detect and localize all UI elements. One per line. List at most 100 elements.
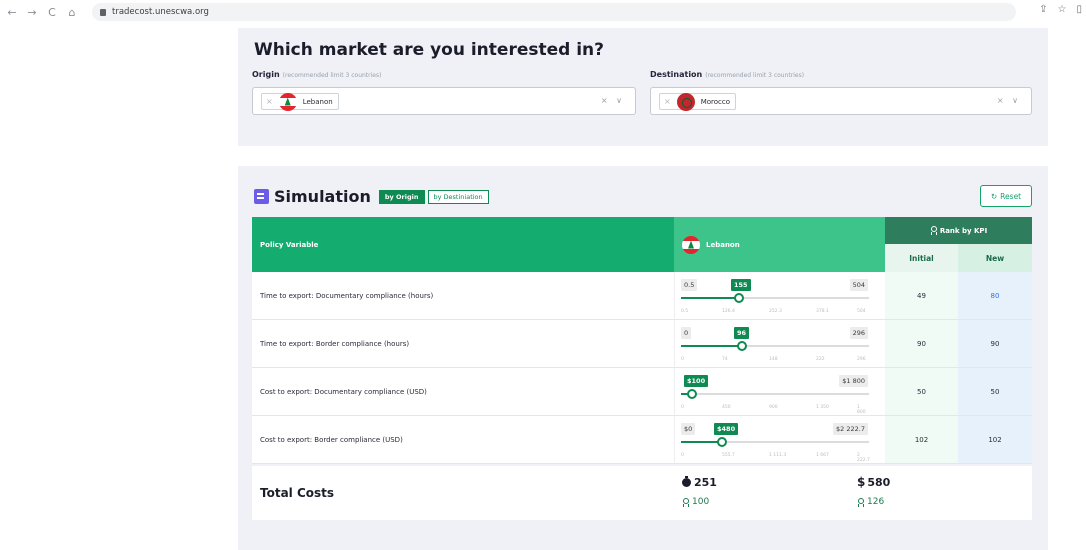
total-time-rank: 100: [682, 497, 709, 507]
clear-dropdown-icons[interactable]: × ∨: [601, 96, 625, 105]
table-row: Cost to export: Documentary compliance (…: [252, 368, 1032, 416]
total-time-rank-value: 100: [692, 497, 710, 507]
slider-current-value: 96: [734, 327, 750, 339]
tick-label: 1 350: [816, 405, 829, 410]
slider-handle[interactable]: [687, 389, 697, 399]
tick-label: 0: [681, 405, 684, 410]
header-rank-by-kpi: Rank by KPI: [885, 217, 1032, 244]
award-icon: [857, 497, 865, 507]
forward-icon[interactable]: →: [24, 4, 40, 20]
slider-track[interactable]: [681, 389, 869, 399]
rank-new: 102: [958, 416, 1032, 464]
home-icon[interactable]: ⌂: [64, 4, 80, 20]
lock-icon: [100, 8, 106, 16]
slider-handle[interactable]: [717, 437, 727, 447]
stopwatch-icon: [682, 476, 691, 487]
rank-initial: 90: [885, 320, 958, 368]
slider-handle[interactable]: [737, 341, 747, 351]
total-costs-values: 251 100 $ 580 126: [674, 466, 1032, 520]
back-icon[interactable]: ←: [4, 4, 20, 20]
award-icon: [930, 226, 938, 235]
share-icon[interactable]: ⇪: [1039, 4, 1047, 15]
clear-dropdown-icons[interactable]: × ∨: [997, 96, 1021, 105]
destination-chip-label: Morocco: [700, 97, 731, 106]
slider-min: $0: [681, 423, 696, 435]
total-cost-rank-value: 126: [867, 497, 885, 507]
slider-max: $1 800: [839, 375, 868, 387]
tick-label: 0: [681, 357, 684, 362]
tick-label: 900: [769, 405, 778, 410]
market-title: Which market are you interested in?: [254, 40, 605, 60]
morocco-flag-icon: [676, 92, 695, 111]
header-initial: Initial: [885, 244, 958, 272]
policy-slider-cell: $100 $1 800 0 450 900 1 350 1 800: [674, 368, 885, 416]
award-icon: [682, 497, 690, 507]
tick-label: 296: [857, 357, 866, 362]
browser-toolbar: ← → C ⌂ tradecost.unescwa.org ⇪ ☆ ▯: [0, 0, 1086, 24]
reset-button[interactable]: ↻ Reset: [980, 185, 1032, 207]
slider-max: 296: [849, 327, 868, 339]
toggle-by-destination[interactable]: by Destiniation: [427, 189, 489, 204]
tick-label: 0: [681, 453, 684, 458]
tick-label: 74: [722, 357, 728, 362]
header-rank-label: Rank by KPI: [939, 226, 988, 235]
rank-new: 50: [958, 368, 1032, 416]
slider-ticks: 0 555.7 1 111.3 1 667 2 222.7: [681, 453, 870, 463]
simulation-title: Simulation: [274, 187, 371, 206]
slider-current-value: 155: [731, 279, 751, 291]
header-country: Lebanon: [674, 217, 885, 272]
policy-slider-cell: $0 $480 $2 222.7 0 555.7 1 111.3 1 667 2 222…: [674, 416, 885, 464]
header-new: New: [958, 244, 1032, 272]
policy-slider-cell: 0 96 296 0 74 148 222 296: [674, 320, 885, 368]
tick-label: 0.5: [681, 309, 689, 314]
rank-initial: 50: [885, 368, 958, 416]
policy-slider-cell: 0.5 155 504 0.5 126.4 252.3 378.1 504: [674, 272, 885, 320]
total-costs-label: Total Costs: [252, 466, 674, 520]
destination-label: Destination (recommended limit 3 countrie…: [650, 70, 805, 79]
slider-track[interactable]: [681, 293, 869, 303]
table-row: Cost to export: Border compliance (USD) …: [252, 416, 1032, 464]
total-time: 251: [682, 476, 717, 489]
table-row: Time to export: Documentary compliance (…: [252, 272, 1032, 320]
total-cost: $ 580: [857, 475, 890, 489]
tick-label: 504: [857, 309, 866, 314]
destination-select[interactable]: × Morocco × ∨: [650, 87, 1032, 115]
slider-current-value: $480: [714, 423, 739, 435]
slider-ticks: 0 450 900 1 350 1 800: [681, 405, 869, 415]
slider-ticks: 0 74 148 222 296: [681, 357, 869, 365]
origin-select[interactable]: × Lebanon × ∨: [252, 87, 636, 115]
policy-variable-label: Time to export: Documentary compliance (…: [252, 272, 674, 320]
lebanon-flag-icon: [682, 235, 700, 254]
origin-label: Origin (recommended limit 3 countries): [252, 70, 382, 79]
address-bar[interactable]: tradecost.unescwa.org: [92, 3, 1016, 21]
rank-initial: 49: [885, 272, 958, 320]
tick-label: 450: [722, 405, 731, 410]
tick-label: 555.7: [722, 453, 735, 458]
simulation-header: Simulation by Origin by Destiniation: [254, 187, 489, 206]
total-cost-rank: 126: [857, 497, 884, 507]
star-icon[interactable]: ☆: [1058, 4, 1067, 15]
slider-track[interactable]: [681, 341, 869, 351]
policy-variable-label: Cost to export: Documentary compliance (…: [252, 368, 674, 416]
toggle-by-origin[interactable]: by Origin: [378, 189, 425, 204]
dollar-icon: $: [857, 475, 866, 489]
reload-icon[interactable]: C: [44, 4, 60, 20]
remove-chip-icon[interactable]: ×: [266, 97, 273, 106]
reset-icon: ↻: [990, 191, 998, 201]
slider-track[interactable]: [681, 437, 869, 447]
lebanon-flag-icon: [278, 92, 297, 111]
rank-new: 90: [958, 320, 1032, 368]
tick-label: 1 111.3: [769, 453, 787, 458]
origin-chip-label: Lebanon: [302, 97, 333, 106]
tick-label: 148: [769, 357, 778, 362]
slider-min: 0.5: [681, 279, 698, 291]
tick-label: 2 222.7: [857, 453, 870, 463]
slider-fill: [681, 441, 722, 443]
slider-handle[interactable]: [734, 293, 744, 303]
table-row: Time to export: Border compliance (hours…: [252, 320, 1032, 368]
browser-menu-icon[interactable]: ▯: [1076, 4, 1082, 15]
tick-label: 1 667: [816, 453, 829, 458]
rank-initial: 102: [885, 416, 958, 464]
origin-chip-lebanon: × Lebanon: [261, 92, 339, 111]
remove-chip-icon[interactable]: ×: [664, 97, 671, 106]
